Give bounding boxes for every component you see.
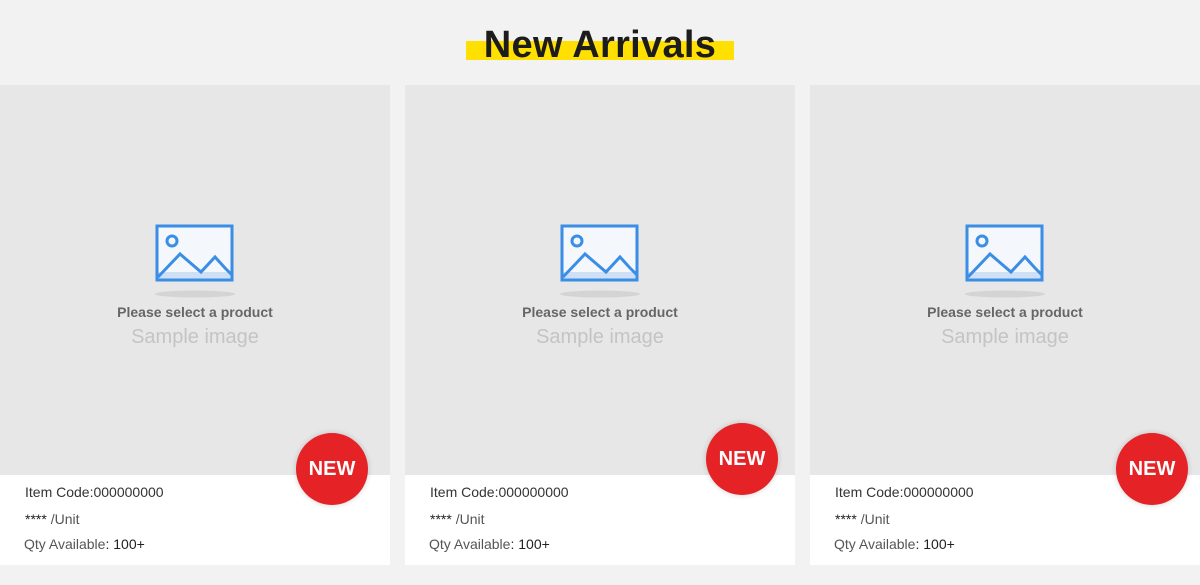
price-value: **** — [25, 511, 47, 527]
placeholder-title: Please select a product — [927, 304, 1083, 320]
price-unit: /Unit — [455, 511, 485, 527]
qty-value: 100+ — [923, 536, 955, 552]
page-title: New Arrivals — [483, 24, 717, 66]
item-code-label: Item Code: — [430, 484, 499, 500]
item-code-value: 000000000 — [93, 484, 164, 500]
qty-value: 100+ — [518, 536, 550, 552]
price-value: **** — [835, 511, 857, 527]
price-row: **** /Unit — [430, 510, 820, 528]
qty-row: Qty Available: 100+ — [429, 535, 819, 553]
placeholder-subtitle: Sample image — [536, 326, 664, 348]
qty-separator: : — [915, 536, 920, 552]
item-code-label: Item Code: — [25, 484, 94, 500]
price-unit: /Unit — [50, 511, 80, 527]
price-row: **** /Unit — [25, 510, 415, 528]
placeholder-title: Please select a product — [117, 304, 273, 320]
item-code: Item Code:000000000 — [25, 483, 415, 501]
placeholder-subtitle: Sample image — [131, 326, 259, 348]
section-header: New Arrivals — [0, 0, 1200, 85]
product-image[interactable]: Please select a product Sample image — [0, 85, 390, 475]
product-image[interactable]: Please select a product Sample image — [810, 85, 1200, 475]
product-card-3[interactable]: Please select a product Sample image NEW… — [810, 85, 1200, 565]
qty-label: Qty Available — [429, 536, 511, 552]
price-value: **** — [430, 511, 452, 527]
item-code-value: 000000000 — [498, 484, 569, 500]
image-placeholder-icon — [155, 224, 235, 298]
product-card-2[interactable]: Please select a product Sample image NEW… — [405, 85, 795, 565]
price-unit: /Unit — [860, 511, 890, 527]
qty-label: Qty Available — [24, 536, 106, 552]
price-row: **** /Unit — [835, 510, 1200, 528]
product-card-1[interactable]: Please select a product Sample image NEW… — [0, 85, 390, 565]
title-wrap: New Arrivals — [466, 20, 734, 72]
qty-row: Qty Available: 100+ — [834, 535, 1200, 553]
image-placeholder-icon — [560, 224, 640, 298]
item-code: Item Code:000000000 — [835, 483, 1200, 501]
placeholder-subtitle: Sample image — [941, 326, 1069, 348]
product-image[interactable]: Please select a product Sample image — [405, 85, 795, 475]
item-code-value: 000000000 — [903, 484, 974, 500]
placeholder-title: Please select a product — [522, 304, 678, 320]
item-code: Item Code:000000000 — [430, 483, 820, 501]
qty-label: Qty Available — [834, 536, 916, 552]
image-placeholder-icon — [965, 224, 1045, 298]
qty-separator: : — [105, 536, 110, 552]
qty-row: Qty Available: 100+ — [24, 535, 414, 553]
qty-value: 100+ — [113, 536, 145, 552]
item-code-label: Item Code: — [835, 484, 904, 500]
qty-separator: : — [510, 536, 515, 552]
